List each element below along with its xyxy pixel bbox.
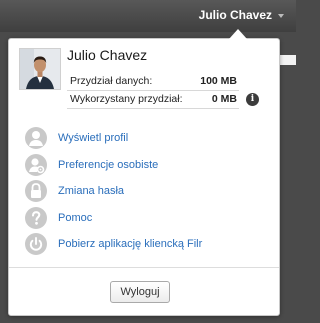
menu-item-label: Preferencje osobiste (58, 158, 159, 171)
logout-button[interactable]: Wyloguj (110, 281, 170, 303)
popover-caret (229, 29, 247, 39)
chevron-down-icon (278, 14, 284, 18)
help-icon (25, 206, 47, 229)
avatar-photo-icon (20, 49, 60, 89)
menu-item-label: Wyświetl profil (58, 132, 129, 145)
quota-row-allocated: Przydział danych: 100 MB (67, 73, 239, 91)
menu-item-change-password[interactable]: Zmiana hasła (25, 178, 265, 205)
menu-item-preferences[interactable]: Preferencje osobiste (25, 152, 265, 179)
menu-item-label: Pobierz aplikację kliencką Filr (58, 238, 203, 251)
user-full-name: Julio Chavez (67, 47, 148, 63)
avatar (19, 48, 61, 90)
menu-item-label: Pomoc (58, 211, 93, 224)
power-icon (25, 233, 47, 256)
quota-label: Przydział danych: (70, 75, 153, 87)
user-menu-list: Wyświetl profil Preferencje osobiste Zmi… (25, 125, 265, 258)
menu-item-label: Zmiana hasła (58, 185, 125, 198)
menu-item-help[interactable]: Pomoc (25, 205, 265, 232)
user-settings-icon (25, 153, 47, 176)
quota-value: 0 MB (211, 93, 237, 105)
lock-icon (25, 180, 47, 203)
user-dropdown-panel: Julio Chavez Przydział danych: 100 MB Wy… (8, 38, 280, 316)
user-icon (25, 127, 47, 150)
menu-item-view-profile[interactable]: Wyświetl profil (25, 125, 265, 152)
top-bar: Julio Chavez (0, 0, 296, 32)
user-menu-toggle[interactable]: Julio Chavez (199, 8, 284, 22)
user-menu-name: Julio Chavez (198, 8, 272, 22)
divider (9, 267, 279, 268)
quota-label: Wykorzystany przydział: (70, 93, 183, 105)
quota-value: 100 MB (200, 75, 237, 87)
quota-row-used: Wykorzystany przydział: 0 MB (67, 91, 239, 109)
menu-item-download-client[interactable]: Pobierz aplikację kliencką Filr (25, 231, 265, 258)
info-icon[interactable]: i (246, 93, 259, 106)
